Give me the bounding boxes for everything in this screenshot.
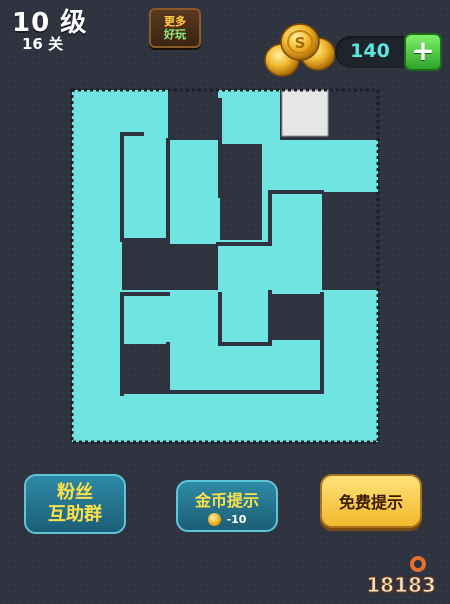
more-games-label-1: 更多 [164, 15, 186, 28]
add-coins-button[interactable]: + [404, 33, 442, 71]
free-hint-label: 免费提示 [338, 493, 403, 512]
coin-hint-label: 金币提示 [194, 490, 259, 510]
coin-stack-icon: S [264, 23, 336, 77]
coin-hint-cost-row: -10 [207, 512, 247, 526]
site-logo: 18183 [366, 556, 436, 598]
coin-count: 140 [350, 40, 390, 62]
coin-icon [207, 512, 221, 526]
more-games-label-2: 好玩 [164, 28, 186, 41]
coin-hint-cost: -10 [226, 512, 247, 526]
stage-number: 16 关 [22, 35, 64, 53]
svg-text:S: S [295, 34, 306, 52]
coin-hint-button[interactable]: 金币提示 -10 [176, 480, 278, 532]
fans-group-label-2: 互助群 [48, 504, 102, 525]
plus-icon: + [411, 34, 435, 67]
more-games-button[interactable]: 更多 好玩 [149, 8, 201, 48]
logo-text: 18183 [366, 573, 436, 597]
fans-group-button[interactable]: 粉丝 互助群 [24, 474, 126, 534]
free-hint-button[interactable]: 免费提示 [320, 474, 422, 528]
fans-group-label-1: 粉丝 [57, 482, 93, 503]
